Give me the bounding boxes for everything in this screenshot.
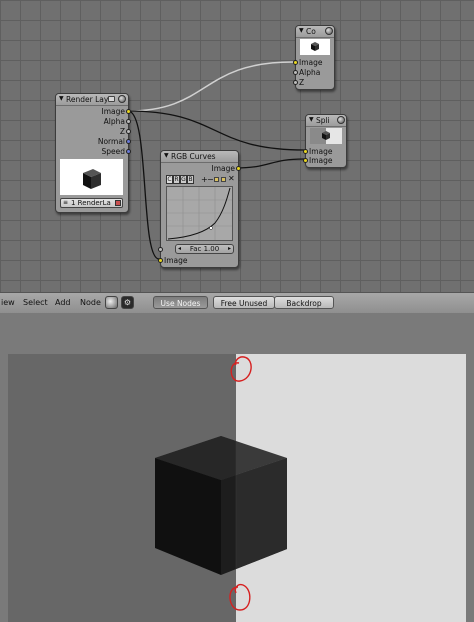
node-header[interactable]: ▼ RGB Curves [161,151,238,163]
output-socket-normal[interactable] [126,139,131,144]
collapse-arrow-icon[interactable]: ▼ [164,152,169,159]
input-socket-image[interactable] [158,258,163,263]
input-socket-alpha[interactable] [293,70,298,75]
clipping-icon[interactable] [221,177,226,182]
render-layer-select[interactable]: ≡ 1 RenderLa [60,198,123,208]
composite-node[interactable]: ▼ Co Image Alpha Z [293,25,335,90]
input-label-image: Image [164,256,188,265]
cube-thumbnail [83,169,101,189]
link-to-curves [127,110,160,260]
split-thumbnail [310,128,342,144]
node-title: Render Laye [66,95,113,104]
menu-node[interactable]: Node [80,298,101,307]
output-label-alpha: Alpha [103,117,125,126]
input-socket-image[interactable] [293,60,298,65]
channel-tab-r[interactable]: R [173,175,180,184]
input-label-image-1: Image [309,147,333,156]
input-label-image-2: Image [309,156,333,165]
annotation-circle-top [230,356,252,382]
output-label-z: Z [119,127,125,136]
input-label-alpha: Alpha [299,68,321,77]
input-socket-image-2[interactable] [303,158,308,163]
output-socket-image[interactable] [126,109,131,114]
render-layer-select-label: 1 RenderLa [71,199,111,207]
node-hide-icon[interactable] [108,96,115,102]
composite-nodes-icon[interactable]: ⚙ [121,296,134,309]
curve-graph[interactable] [166,186,233,241]
menu-add[interactable]: Add [55,298,71,307]
preview-sphere-icon[interactable] [118,95,126,103]
render-layers-node[interactable]: ▼ Render Laye Image Alpha Z Normal Speed… [55,93,131,213]
input-label-image: Image [299,58,323,67]
render-preview [60,159,123,195]
link-to-composite [127,61,294,112]
split-preview [310,128,342,144]
rgb-curves-node[interactable]: ▼ RGB Curves Image C R G B + − ✕ ◂ Fac 1… [158,150,241,268]
node-editor-canvas[interactable]: ▼ Render Laye Image Alpha Z Normal Speed… [0,0,474,292]
cube-thumbnail [311,42,319,51]
output-socket-image[interactable] [236,166,241,171]
output-label-normal: Normal [97,137,125,146]
output-label-image: Image [211,164,236,173]
collapse-arrow-icon[interactable]: ▼ [299,27,304,34]
collapse-arrow-icon[interactable]: ▼ [309,116,314,123]
node-header[interactable]: ▼ Spli [306,115,346,127]
output-socket-speed[interactable] [126,149,131,154]
backdrop-button[interactable]: Backdrop [274,296,334,309]
fac-slider[interactable]: ◂ Fac 1.00 ▸ [175,244,234,254]
node-editor-header: iew Select Add Node ⚙ Use Nodes Free Unu… [0,292,474,314]
curve-line [167,187,232,240]
node-header[interactable]: ▼ Render Laye [56,94,128,106]
split-viewer-node[interactable]: ▼ Spli Image Image [303,114,347,168]
input-socket-z[interactable] [293,80,298,85]
channel-tab-b[interactable]: B [187,175,194,184]
scene-icon: ≡ [63,199,69,206]
menu-view[interactable]: iew [1,298,15,307]
channel-tab-c[interactable]: C [166,175,173,184]
collapse-arrow-icon[interactable]: ▼ [59,95,64,102]
slider-right-arrow-icon[interactable]: ▸ [228,245,231,253]
material-nodes-icon[interactable] [105,296,118,309]
output-label-image: Image [101,107,126,116]
preview-sphere-icon[interactable] [325,27,333,35]
fac-value: Fac 1.00 [189,245,220,253]
node-title: Co [306,27,316,36]
preview-sphere-icon[interactable] [337,116,345,124]
link-curves-to-split [235,158,305,169]
menu-select[interactable]: Select [23,298,48,307]
node-title: RGB Curves [171,152,216,161]
reset-x-icon[interactable]: ✕ [228,174,235,183]
node-title: Spli [316,116,330,125]
use-nodes-button[interactable]: Use Nodes [153,296,208,309]
split-viewer-backdrop [0,313,474,622]
output-socket-z[interactable] [126,129,131,134]
annotation-circle-bottom [229,583,251,611]
annotation-marks [229,356,252,611]
input-socket-fac[interactable] [158,247,163,252]
link-to-split-1 [127,110,305,151]
node-header[interactable]: ▼ Co [296,26,334,38]
composite-preview [300,39,330,55]
free-unused-button[interactable]: Free Unused [213,296,275,309]
input-socket-image-1[interactable] [303,149,308,154]
zoom-out-icon[interactable]: − [207,175,214,184]
channel-tab-g[interactable]: G [180,175,187,184]
output-label-speed: Speed [101,147,125,156]
render-button-icon[interactable] [115,200,121,206]
output-socket-alpha[interactable] [126,119,131,124]
input-label-z: Z [299,78,305,87]
curve-tools-icon[interactable] [214,177,219,182]
